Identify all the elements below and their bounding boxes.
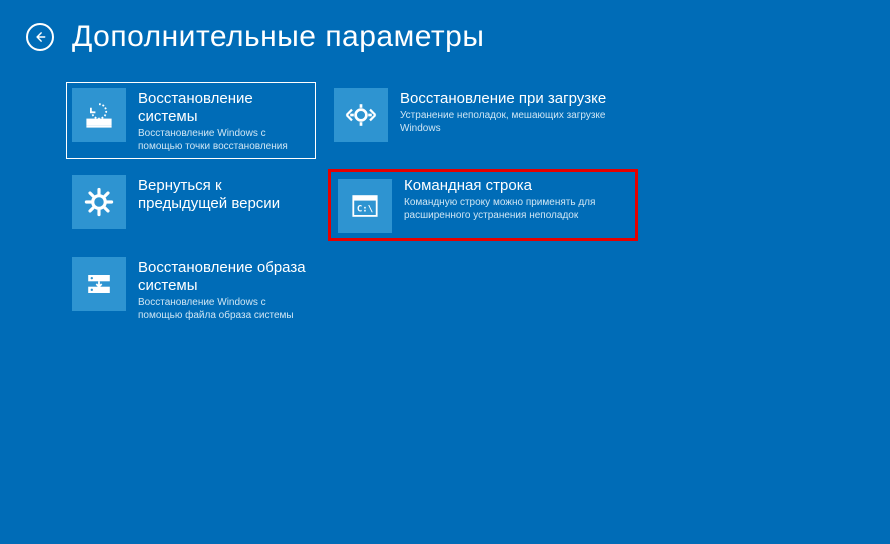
tile-go-back[interactable]: Вернуться к предыдущей версии: [66, 169, 316, 241]
tile-title: Вернуться к предыдущей версии: [138, 177, 308, 213]
tile-command-prompt[interactable]: C:\ Командная строка Командную строку мо…: [328, 169, 638, 241]
image-recovery-icon: [72, 257, 126, 311]
tile-text: Восстановление образа системы Восстановл…: [138, 257, 308, 322]
page-title: Дополнительные параметры: [72, 20, 484, 54]
tile-system-restore[interactable]: Восстановление системы Восстановление Wi…: [66, 82, 316, 159]
back-button[interactable]: [26, 23, 54, 51]
header: Дополнительные параметры: [0, 0, 890, 54]
tile-text: Вернуться к предыдущей версии: [138, 175, 308, 215]
command-prompt-icon: C:\: [338, 179, 392, 233]
options-grid: Восстановление системы Восстановление Wi…: [0, 54, 890, 328]
tile-text: Командная строка Командную строку можно …: [404, 175, 630, 222]
system-restore-icon: [72, 88, 126, 142]
svg-text:C:\: C:\: [357, 204, 373, 214]
tile-title: Восстановление образа системы: [138, 259, 308, 295]
tile-desc: Восстановление Windows с помощью файла о…: [138, 297, 308, 322]
tile-title: Командная строка: [404, 177, 630, 195]
tile-image-recovery[interactable]: Восстановление образа системы Восстановл…: [66, 251, 316, 328]
tile-title: Восстановление системы: [138, 90, 308, 126]
tile-startup-repair[interactable]: Восстановление при загрузке Устранение н…: [328, 82, 638, 159]
tile-text: Восстановление системы Восстановление Wi…: [138, 88, 308, 153]
tile-text: Восстановление при загрузке Устранение н…: [400, 88, 630, 135]
startup-repair-icon: [334, 88, 388, 142]
arrow-left-icon: [33, 30, 47, 44]
tile-desc: Устранение неполадок, мешающих загрузке …: [400, 110, 630, 135]
tile-desc: Восстановление Windows с помощью точки в…: [138, 128, 308, 153]
tile-title: Восстановление при загрузке: [400, 90, 630, 108]
go-back-icon: [72, 175, 126, 229]
tile-desc: Командную строку можно применять для рас…: [404, 197, 630, 222]
